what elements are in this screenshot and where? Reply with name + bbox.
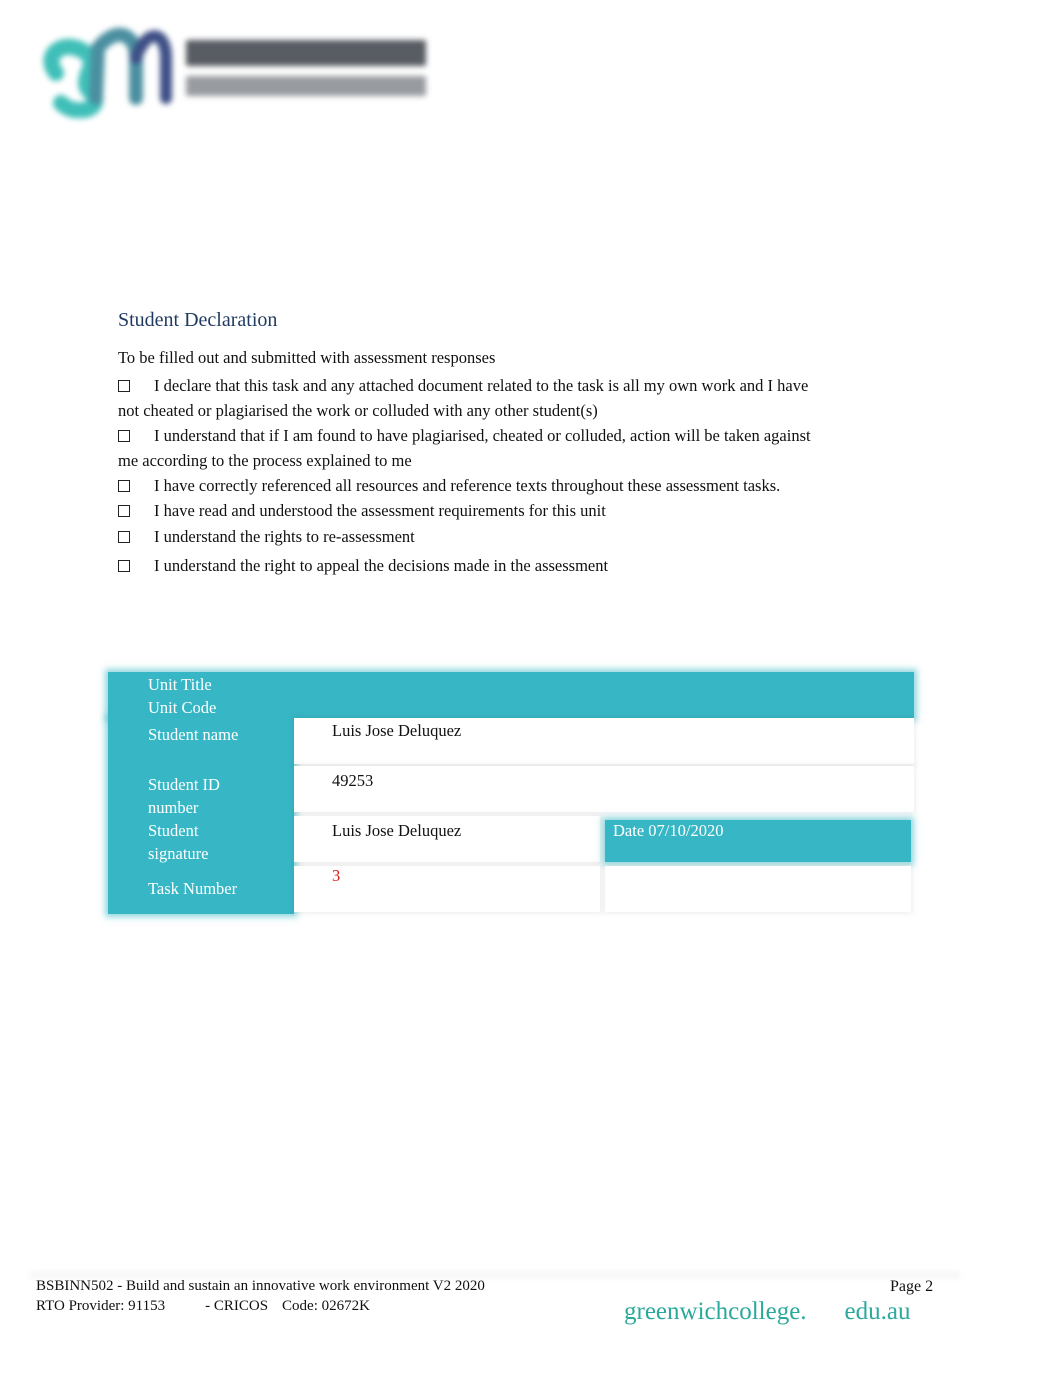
- student-info-table: Unit Title Unit Code Student name Luis J…: [108, 672, 914, 914]
- gmc-logo-icon: [43, 27, 172, 118]
- declaration-item: I understand the right to appeal the dec…: [118, 553, 818, 578]
- date-value-field[interactable]: [605, 866, 911, 912]
- section-title: Student Declaration: [118, 309, 278, 331]
- declaration-item: I declare that this task and any attache…: [118, 373, 818, 423]
- declaration-list: I declare that this task and any attache…: [118, 373, 818, 578]
- declaration-text: I understand the rights to re-assessment: [154, 527, 415, 546]
- student-id-label: Student ID number: [148, 775, 220, 817]
- unit-title-label: Unit Title: [148, 675, 212, 694]
- footer-unit: BSBINN502 - Build and sustain an innovat…: [36, 1278, 485, 1294]
- declaration-item: I have read and understood the assessmen…: [118, 498, 818, 523]
- college-logo: [36, 18, 436, 118]
- declaration-text: I understand the right to appeal the dec…: [154, 556, 609, 575]
- footer-info: BSBINN502 - Build and sustain an innovat…: [36, 1276, 485, 1316]
- checkbox[interactable]: [118, 380, 130, 392]
- website-link[interactable]: greenwichcollege. edu.au: [624, 1298, 911, 1326]
- student-id-value: 49253: [332, 771, 374, 790]
- student-name-value: Luis Jose Deluquez: [332, 721, 462, 740]
- student-id-field[interactable]: [294, 766, 914, 812]
- student-signature-value: Luis Jose Deluquez: [332, 821, 462, 840]
- student-signature-label: Student signature: [148, 821, 209, 863]
- declaration-item: I understand that if I am found to have …: [118, 423, 818, 473]
- footer-rto-line: RTO Provider: 91153 - CRICOS Code: 02672K: [36, 1296, 485, 1316]
- declaration-item: I understand the rights to re-assessment: [118, 524, 818, 549]
- checkbox[interactable]: [118, 480, 130, 492]
- checkbox[interactable]: [118, 430, 130, 442]
- checkbox[interactable]: [118, 505, 130, 517]
- date-label: Date 07/10/2020: [613, 821, 724, 840]
- declaration-text: I have correctly referenced all resource…: [154, 476, 781, 495]
- checkbox[interactable]: [118, 531, 130, 543]
- declaration-text: I declare that this task and any attache…: [118, 376, 809, 420]
- footer-cricos: - CRICOS: [205, 1298, 269, 1314]
- page-number: Page 2: [890, 1278, 934, 1295]
- declaration-text: I understand that if I am found to have …: [118, 426, 811, 470]
- task-number-value: 3: [332, 866, 341, 885]
- unit-code-label: Unit Code: [148, 698, 217, 717]
- website-part-2: edu.au: [844, 1298, 911, 1325]
- declaration-intro: To be filled out and submitted with asse…: [118, 348, 496, 367]
- declaration-item: I have correctly referenced all resource…: [118, 473, 818, 498]
- declaration-text: I have read and understood the assessmen…: [154, 501, 606, 520]
- footer-cricos-code: Code: 02672K: [282, 1298, 370, 1314]
- website-part-1: greenwichcollege.: [624, 1298, 807, 1325]
- unit-header-row: [108, 672, 914, 718]
- footer-rto: RTO Provider: 91153: [36, 1298, 166, 1314]
- task-number-label: Task Number: [148, 879, 238, 898]
- logo-wordmark: [186, 40, 426, 96]
- checkbox[interactable]: [118, 560, 130, 572]
- student-name-label: Student name: [148, 725, 239, 744]
